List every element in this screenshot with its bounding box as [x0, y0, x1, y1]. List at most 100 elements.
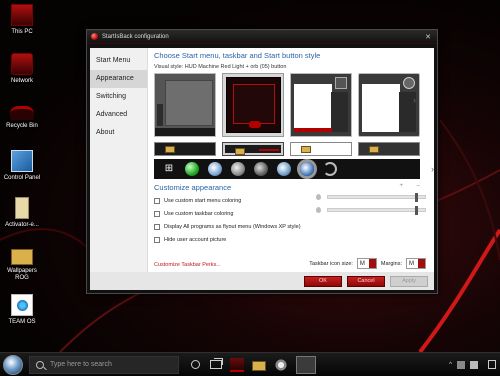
slider-knob[interactable]	[415, 192, 419, 202]
sidebar-nav: Start Menu Appearance Switching Advanced…	[90, 48, 148, 275]
start-style-thumb[interactable]	[358, 73, 420, 137]
desktop-icon-label: Activator-e...	[5, 222, 39, 228]
desktop-icon-label: TEAM OS	[8, 319, 36, 325]
close-button[interactable]: ✕	[423, 33, 433, 41]
start-button[interactable]	[3, 354, 23, 375]
desktop-icon-label: Network	[10, 78, 33, 84]
file-explorer-icon[interactable]	[252, 360, 266, 371]
desktop-icon-activator[interactable]: Activator-e...	[0, 197, 44, 229]
taskbar-style-list	[154, 142, 428, 156]
option-label: Use custom taskbar coloring	[164, 210, 234, 217]
task-view-icon[interactable]	[210, 358, 223, 369]
volume-icon[interactable]	[470, 360, 478, 369]
green-orb-icon[interactable]	[185, 162, 199, 176]
desktop-icon-control-panel[interactable]: Control Panel	[0, 150, 44, 182]
option-label: Use custom start menu coloring	[164, 197, 242, 204]
system-tray: ^	[449, 360, 500, 369]
icon-size-select[interactable]: M	[356, 258, 377, 269]
win7-orb-icon[interactable]	[208, 162, 222, 176]
taskbar-style-thumb[interactable]	[290, 142, 352, 156]
style-heading: Choose Start menu, taskbar and Start but…	[154, 51, 321, 60]
desktop-icon-wallpapers-rog[interactable]: Wallpapers ROG	[0, 245, 44, 282]
icon-size-label: Taskbar icon size:	[309, 260, 353, 267]
start-menu-opacity-slider[interactable]	[327, 192, 426, 202]
checkbox[interactable]	[154, 210, 160, 217]
option-label: Display All programs as flyout menu (Win…	[164, 223, 301, 230]
ring-orb-icon[interactable]	[323, 162, 337, 176]
start-style-thumb[interactable]	[154, 73, 216, 137]
network-icon	[11, 53, 33, 75]
search-icon	[36, 360, 44, 369]
taskbar-opacity-slider[interactable]	[327, 205, 426, 215]
pc-icon	[11, 4, 33, 26]
option-hide-user-picture[interactable]: Hide user account picture	[154, 233, 428, 246]
startisback-taskbar-icon[interactable]	[296, 355, 316, 374]
nav-item-appearance[interactable]: Appearance	[90, 70, 147, 88]
chevron-up-icon[interactable]: ^	[449, 362, 452, 368]
desktop-icon-network[interactable]: Network	[0, 53, 44, 85]
xp-orb-icon[interactable]	[231, 162, 245, 176]
start-menu-style-list	[154, 73, 428, 139]
nav-item-advanced[interactable]: Advanced	[90, 106, 147, 124]
opacity-sliders	[316, 190, 426, 216]
drop-icon	[316, 206, 321, 213]
desktop-icon-label: Recycle Bin	[6, 123, 38, 129]
app-icon-rog[interactable]	[230, 357, 244, 372]
dark-orb-icon[interactable]	[254, 162, 268, 176]
cancel-button[interactable]: Cancel	[347, 275, 385, 287]
startisback-window: StartIsBack configuration ✕ Start Menu A…	[86, 29, 438, 294]
start-style-thumb-selected[interactable]	[222, 73, 284, 137]
slider-knob[interactable]	[415, 205, 419, 215]
appearance-panel: Choose Start menu, taskbar and Start but…	[148, 48, 434, 275]
cortana-icon[interactable]	[191, 360, 200, 369]
window-body: Start Menu Appearance Switching Advanced…	[90, 48, 434, 275]
option-label: Hide user account picture	[164, 236, 227, 243]
settings-icon[interactable]	[274, 357, 288, 372]
taskbar-style-thumb[interactable]	[358, 142, 420, 156]
desktop-icon-label: Wallpapers ROG	[7, 268, 37, 281]
chevron-down-icon	[418, 259, 425, 268]
nav-item-switching[interactable]: Switching	[90, 88, 147, 106]
taskbar-style-thumb[interactable]	[154, 142, 216, 156]
option-all-programs-flyout[interactable]: Display All programs as flyout menu (Win…	[154, 220, 428, 233]
desktop-icon-this-pc[interactable]: This PC	[0, 4, 44, 36]
recycle-bin-icon	[10, 106, 34, 120]
app-icon	[91, 33, 98, 40]
customize-perks-link[interactable]: Customize Taskbar Perks...	[154, 262, 221, 268]
visual-style-label: Visual style: HUD Machine Red Light + or…	[154, 64, 287, 70]
blue-orb-icon[interactable]	[277, 162, 291, 176]
ok-button[interactable]: OK	[304, 275, 342, 287]
taskbar-style-thumb-selected[interactable]	[222, 142, 284, 156]
desktop-icon-label: Control Panel	[3, 175, 41, 181]
nav-item-start-menu[interactable]: Start Menu	[90, 52, 147, 70]
chevron-down-icon	[368, 259, 376, 268]
desktop-icon-team-os[interactable]: TEAM OS	[0, 294, 44, 326]
taskbar: Type here to search ^	[0, 352, 500, 376]
nav-item-about[interactable]: About	[90, 124, 147, 142]
checkbox[interactable]	[154, 236, 160, 243]
desktop-icon-recycle-bin[interactable]: Recycle Bin	[0, 100, 44, 130]
dialog-buttons: OK Cancel Apply	[90, 272, 434, 290]
team-os-icon	[11, 294, 33, 316]
notification-icon[interactable]	[488, 360, 496, 369]
chevron-right-icon[interactable]: ›	[413, 95, 416, 105]
margins-select[interactable]: M	[406, 258, 426, 269]
margins-value: M	[409, 260, 414, 267]
apply-button[interactable]: Apply	[390, 275, 428, 287]
search-box[interactable]: Type here to search	[29, 355, 179, 374]
title-bar[interactable]: StartIsBack configuration ✕	[87, 30, 437, 44]
network-tray-icon[interactable]	[457, 360, 465, 369]
windows-logo-icon[interactable]: ⊞	[162, 162, 176, 176]
checkbox[interactable]	[154, 197, 160, 204]
start-style-thumb[interactable]	[290, 73, 352, 137]
checkbox[interactable]	[154, 223, 160, 230]
control-panel-icon	[11, 150, 33, 172]
desktop-icon-label: This PC	[11, 29, 33, 35]
user-icon	[335, 77, 347, 89]
selected-orb-icon[interactable]	[300, 162, 314, 176]
file-icon	[15, 197, 29, 219]
user-icon	[403, 77, 415, 89]
add-remove-icons[interactable]: + ‒	[399, 183, 426, 189]
size-controls: Taskbar icon size: M Margins: M	[309, 258, 426, 269]
chevron-right-icon[interactable]: ›	[431, 164, 434, 174]
